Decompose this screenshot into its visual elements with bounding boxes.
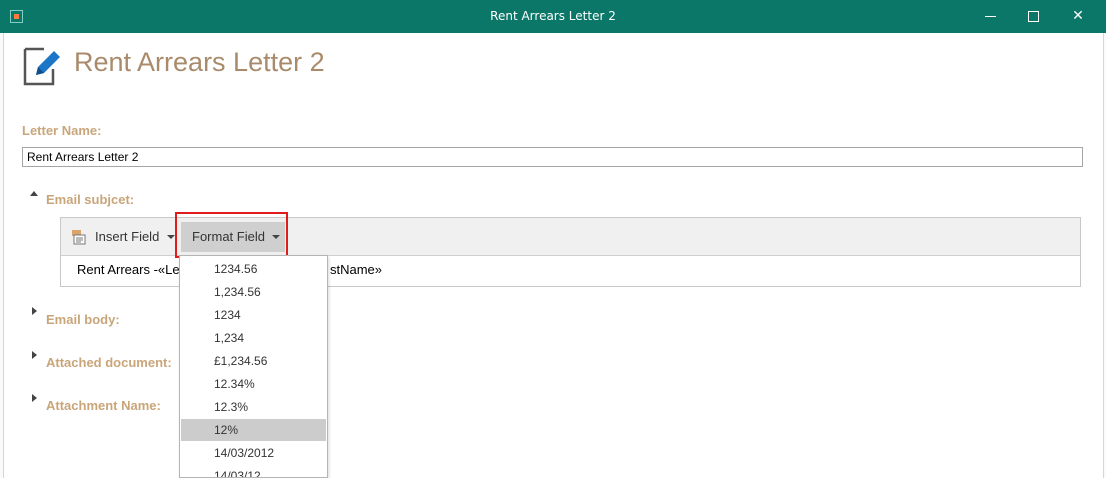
format-option[interactable]: 12.34% xyxy=(181,373,326,395)
subject-text-end: stName» xyxy=(330,262,383,277)
page-title: Rent Arrears Letter 2 xyxy=(74,47,325,77)
close-button[interactable]: ✕ xyxy=(1058,0,1098,33)
attachment-name-expander-icon[interactable] xyxy=(32,394,37,402)
attached-document-label: Attached document: xyxy=(46,355,172,370)
attachment-name-label: Attachment Name: xyxy=(46,398,161,413)
attached-document-expander-icon[interactable] xyxy=(32,351,37,359)
window-title: Rent Arrears Letter 2 xyxy=(490,9,616,23)
email-subject-text[interactable]: Rent Arrears -«Le stName» xyxy=(77,262,382,277)
email-body-label: Email body: xyxy=(46,312,120,327)
format-option[interactable]: 14/03/2012 xyxy=(181,442,326,464)
insert-field-label: Insert Field xyxy=(95,229,160,244)
format-field-dropdown[interactable]: 1234.56 1,234.56 1234 1,234 £1,234.56 12… xyxy=(179,255,328,478)
email-subject-label: Email subjcet: xyxy=(46,192,135,207)
minimize-icon xyxy=(985,16,996,17)
format-option[interactable]: 12.3% xyxy=(181,396,326,418)
format-field-highlight xyxy=(175,212,288,258)
format-option[interactable]: 1234 xyxy=(181,304,326,326)
email-body-expander-icon[interactable] xyxy=(32,307,37,315)
format-option-selected[interactable]: 12% xyxy=(181,419,326,441)
format-option[interactable]: £1,234.56 xyxy=(181,350,326,372)
maximize-icon xyxy=(1028,11,1039,22)
insert-field-icon xyxy=(72,230,86,245)
email-subject-expander-icon[interactable] xyxy=(30,191,38,196)
letter-name-label: Letter Name: xyxy=(22,123,102,138)
edit-document-icon xyxy=(23,47,60,86)
minimize-button[interactable] xyxy=(971,0,1011,33)
letter-editor-window: Rent Arrears Letter 2 Letter Name: Rent … xyxy=(3,33,1104,478)
format-option[interactable]: 14/03/12 xyxy=(181,465,326,477)
format-option[interactable]: 1234.56 xyxy=(181,258,326,280)
close-icon: ✕ xyxy=(1072,8,1084,24)
format-option[interactable]: 1,234 xyxy=(181,327,326,349)
maximize-button[interactable] xyxy=(1013,0,1053,33)
letter-name-input[interactable]: Rent Arrears Letter 2 xyxy=(22,147,1083,167)
subject-text-start: Rent Arrears -«Le xyxy=(77,262,180,277)
title-bar[interactable]: Rent Arrears Letter 2 ✕ xyxy=(0,0,1106,33)
chevron-down-icon xyxy=(167,235,175,239)
format-option[interactable]: 1,234.56 xyxy=(181,281,326,303)
insert-field-button[interactable]: Insert Field xyxy=(67,222,177,252)
